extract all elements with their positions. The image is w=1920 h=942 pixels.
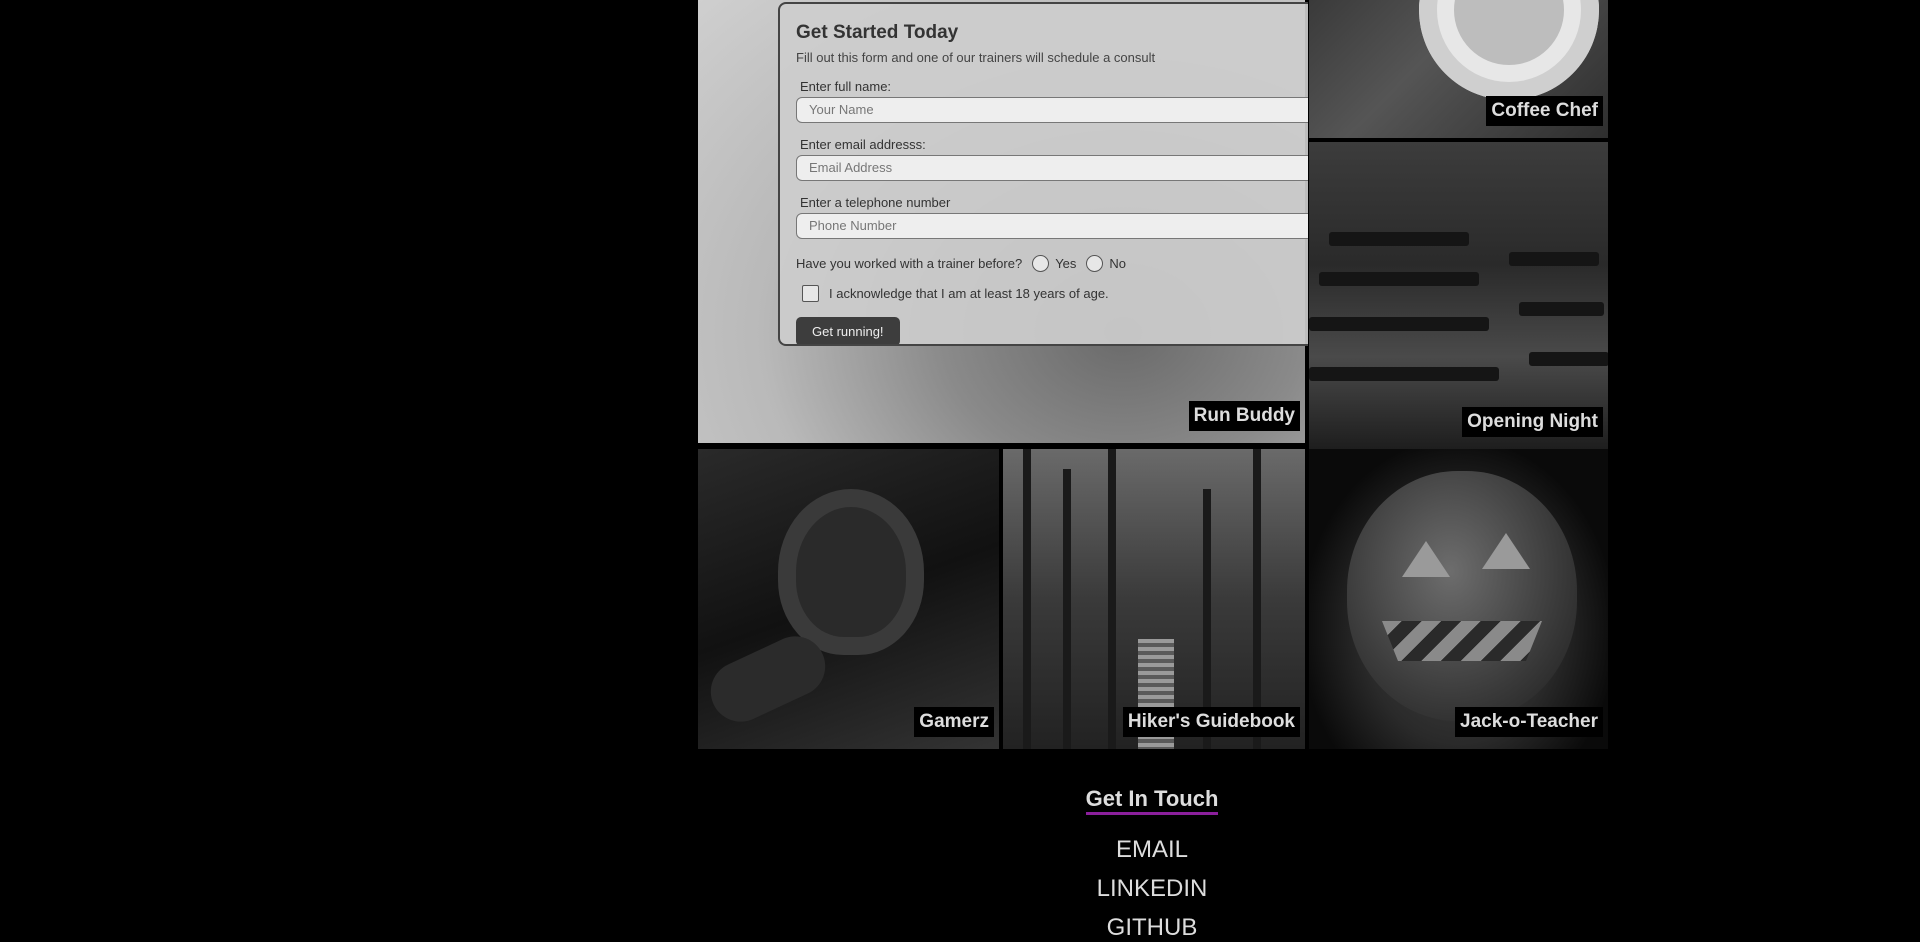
email-input[interactable]: Email Address bbox=[796, 155, 1308, 181]
age-checkbox-label: I acknowledge that I am at least 18 year… bbox=[829, 286, 1109, 301]
age-checkbox[interactable] bbox=[802, 285, 819, 302]
contact-title: Get In Touch bbox=[1036, 786, 1268, 815]
yes-radio[interactable] bbox=[1032, 255, 1050, 272]
headset-image bbox=[778, 489, 924, 655]
signup-form: Get Started Today Fill out this form and… bbox=[778, 2, 1308, 346]
trainer-question: Have you worked with a trainer before? Y… bbox=[796, 255, 1308, 272]
linkedin-link[interactable]: LINKEDIN bbox=[1036, 875, 1268, 903]
name-input[interactable]: Your Name bbox=[796, 97, 1308, 123]
forest-image bbox=[1023, 449, 1031, 749]
github-link[interactable]: GITHUB bbox=[1036, 914, 1268, 942]
name-label: Enter full name: bbox=[800, 79, 892, 94]
no-radio[interactable] bbox=[1086, 255, 1104, 272]
contact-title-text: Get In Touch bbox=[1085, 786, 1219, 815]
project-label[interactable]: Opening Night bbox=[1462, 407, 1603, 437]
project-label[interactable]: Jack-o-Teacher bbox=[1455, 707, 1603, 737]
coffee-cup-image bbox=[1419, 0, 1599, 100]
project-label[interactable]: Coffee Chef bbox=[1486, 96, 1603, 126]
submit-button[interactable]: Get running! bbox=[796, 317, 900, 344]
age-acknowledgement: I acknowledge that I am at least 18 year… bbox=[802, 285, 1308, 302]
trainer-question-text: Have you worked with a trainer before? bbox=[796, 256, 1023, 271]
phone-label: Enter a telephone number bbox=[800, 195, 951, 210]
phone-input[interactable]: Phone Number bbox=[796, 213, 1308, 239]
form-subtitle: Fill out this form and one of our traine… bbox=[796, 50, 1156, 65]
project-tile-coffee-chef[interactable]: Coffee Chef bbox=[1309, 0, 1608, 138]
project-label[interactable]: Gamerz bbox=[914, 707, 994, 737]
project-tile-opening-night[interactable]: Opening Night bbox=[1309, 142, 1608, 449]
email-link[interactable]: EMAIL bbox=[1036, 836, 1268, 864]
project-label[interactable]: Run Buddy bbox=[1188, 401, 1300, 431]
pumpkin-image bbox=[1347, 471, 1577, 721]
project-tile-hikers-guidebook[interactable]: Hiker's Guidebook bbox=[1003, 449, 1305, 749]
no-label: No bbox=[1109, 256, 1127, 271]
email-label: Enter email addresss: bbox=[800, 137, 926, 152]
theater-seats-image bbox=[1329, 232, 1469, 246]
project-tile-jack-o-teacher[interactable]: Jack-o-Teacher bbox=[1309, 449, 1608, 749]
project-label[interactable]: Hiker's Guidebook bbox=[1122, 707, 1300, 737]
project-tile-gamerz[interactable]: Gamerz bbox=[698, 449, 999, 749]
form-title: Get Started Today bbox=[796, 22, 959, 43]
yes-label: Yes bbox=[1055, 256, 1077, 271]
